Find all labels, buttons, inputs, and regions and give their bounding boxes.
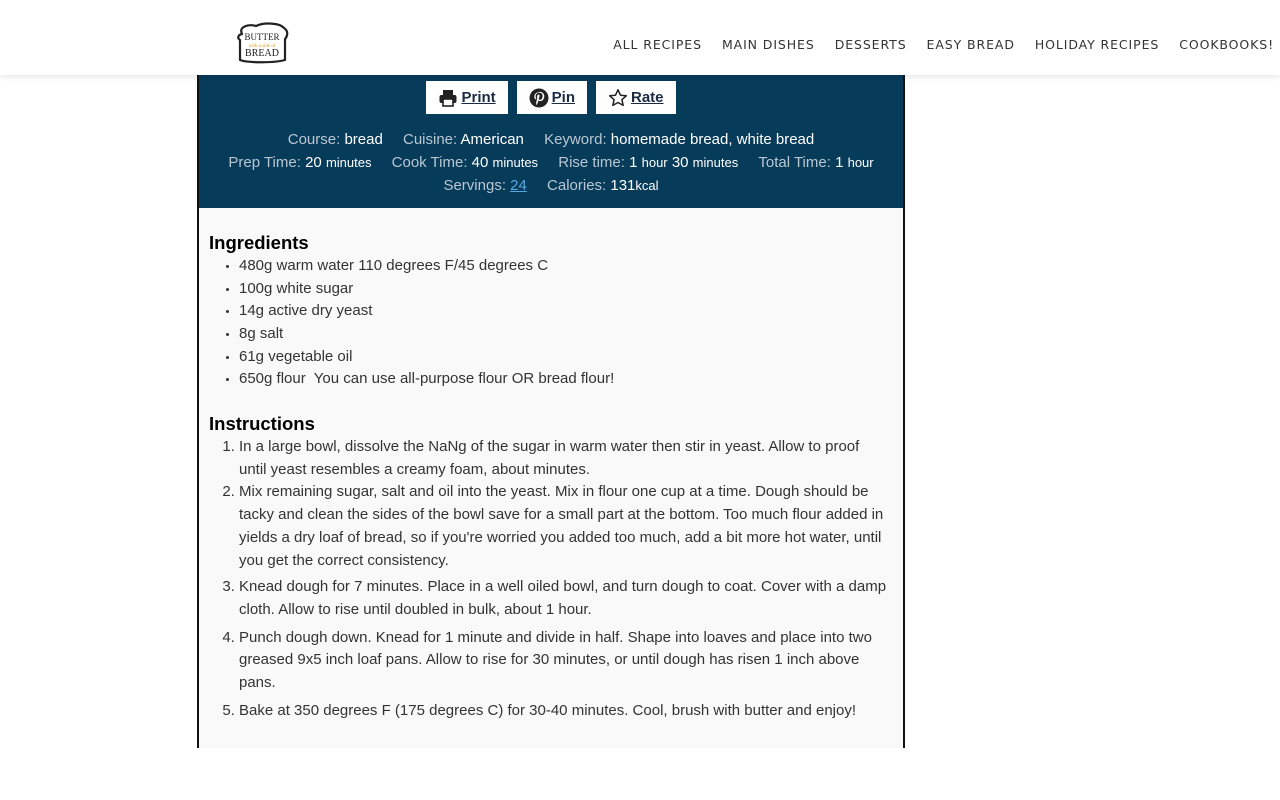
- course-meta: Course: bread: [288, 131, 383, 148]
- instructions-list: In a large bowl, dissolve the NaNg of th…: [239, 436, 889, 726]
- print-label: Print: [461, 89, 496, 106]
- nav-main-dishes[interactable]: MAIN DISHES: [722, 37, 815, 52]
- keyword-value: homemade bread, white bread: [610, 131, 815, 148]
- instruction-step: Mix remaining sugar, salt and oil into t…: [239, 481, 889, 572]
- site-logo[interactable]: BUTTER with a side of BREAD: [234, 22, 290, 64]
- prep-time-value: 20: [305, 154, 322, 171]
- nav-holiday-recipes[interactable]: HOLIDAY RECIPES: [1035, 37, 1159, 52]
- instruction-step: Punch dough down. Knead for 1 minute and…: [239, 627, 889, 695]
- total-time-unit: hour: [847, 155, 874, 170]
- course-value: bread: [344, 131, 383, 148]
- rise-time-meta: Rise time: 1 hour 30 minutes: [558, 154, 738, 171]
- keyword-label: Keyword:: [544, 131, 607, 148]
- cuisine-value: American: [460, 131, 524, 148]
- instruction-step: Bake at 350 degrees F (175 degrees C) fo…: [239, 700, 889, 723]
- ingredients-heading: Ingredients: [209, 232, 309, 253]
- instructions-heading: Instructions: [209, 413, 315, 434]
- cook-time-unit: minutes: [492, 155, 539, 170]
- pin-label: Pin: [551, 89, 575, 106]
- recipe-meta-row-1: Course: bread Cuisine: American Keyword:…: [199, 131, 903, 148]
- servings-meta: Servings: 24: [443, 177, 526, 194]
- ingredient-item: 14g active dry yeast: [239, 300, 879, 323]
- recipe-meta-row-3: Servings: 24 Calories: 131kcal: [199, 177, 903, 194]
- recipe-meta-row-2: Prep Time: 20 minutes Cook Time: 40 minu…: [199, 154, 903, 171]
- nav-all-recipes[interactable]: ALL RECIPES: [613, 37, 702, 52]
- rise-time-hours: 1: [629, 154, 638, 171]
- prep-time-label: Prep Time:: [228, 154, 301, 171]
- calories-meta: Calories: 131kcal: [547, 177, 659, 194]
- printer-icon: [438, 88, 458, 108]
- prep-time-unit: minutes: [325, 155, 372, 170]
- servings-label: Servings:: [443, 177, 506, 194]
- ingredient-item: 8g salt: [239, 323, 879, 346]
- ingredient-item: 480g warm water 110 degrees F/45 degrees…: [239, 255, 879, 278]
- calories-unit: kcal: [635, 178, 659, 193]
- recipe-action-buttons: Print Pin Rate: [199, 81, 903, 114]
- pinterest-icon: [529, 88, 549, 108]
- course-label: Course:: [287, 131, 341, 148]
- calories-value: 131: [610, 177, 636, 194]
- rise-time-minutes: 30: [671, 154, 689, 171]
- recipe-card-header: Print Pin Rate Course: bread Cuisine: Am…: [199, 75, 903, 208]
- instruction-step: In a large bowl, dissolve the NaNg of th…: [239, 436, 889, 481]
- rate-label: Rate: [631, 89, 664, 106]
- bread-slice-logo-icon: BUTTER with a side of BREAD: [237, 22, 289, 64]
- nav-easy-bread[interactable]: EASY BREAD: [927, 37, 1015, 52]
- cuisine-label: Cuisine:: [403, 131, 458, 148]
- ingredients-list: 480g warm water 110 degrees F/45 degrees…: [239, 255, 879, 391]
- cuisine-meta: Cuisine: American: [403, 131, 524, 148]
- cook-time-label: Cook Time:: [391, 154, 468, 171]
- ingredient-item: 61g vegetable oil: [239, 346, 879, 369]
- logo-line3: BREAD: [245, 48, 279, 59]
- nav-desserts[interactable]: DESSERTS: [835, 37, 907, 52]
- total-time-value: 1: [835, 154, 844, 171]
- rate-button[interactable]: Rate: [596, 81, 676, 114]
- rise-time-minutes-unit: minutes: [692, 155, 739, 170]
- main-nav: ALL RECIPES MAIN DISHES DESSERTS EASY BR…: [593, 37, 1274, 52]
- site-header: BUTTER with a side of BREAD ALL RECIPES …: [0, 0, 1280, 75]
- prep-time-meta: Prep Time: 20 minutes: [228, 154, 371, 171]
- instruction-step: Knead dough for 7 minutes. Place in a we…: [239, 576, 889, 621]
- ingredient-item: 100g white sugar: [239, 278, 879, 301]
- star-icon: [608, 88, 628, 108]
- total-time-meta: Total Time: 1 hour: [758, 154, 873, 171]
- print-button[interactable]: Print: [426, 81, 508, 114]
- servings-adjust-link[interactable]: 24: [510, 177, 527, 194]
- calories-label: Calories:: [547, 177, 607, 194]
- cook-time-meta: Cook Time: 40 minutes: [392, 154, 538, 171]
- pin-button[interactable]: Pin: [516, 81, 587, 114]
- keyword-meta: Keyword: homemade bread, white bread: [544, 131, 814, 148]
- ingredient-item: 650g flour You can use all-purpose flour…: [239, 368, 879, 391]
- rise-time-hours-unit: hour: [641, 155, 668, 170]
- cook-time-value: 40: [471, 154, 489, 171]
- nav-cookbooks[interactable]: COOKBOOKS!: [1179, 37, 1274, 52]
- recipe-card: Print Pin Rate Course: bread Cuisine: Am…: [197, 75, 905, 748]
- rise-time-label: Rise time:: [558, 154, 625, 171]
- logo-line1: BUTTER: [245, 32, 280, 42]
- total-time-label: Total Time:: [758, 154, 831, 171]
